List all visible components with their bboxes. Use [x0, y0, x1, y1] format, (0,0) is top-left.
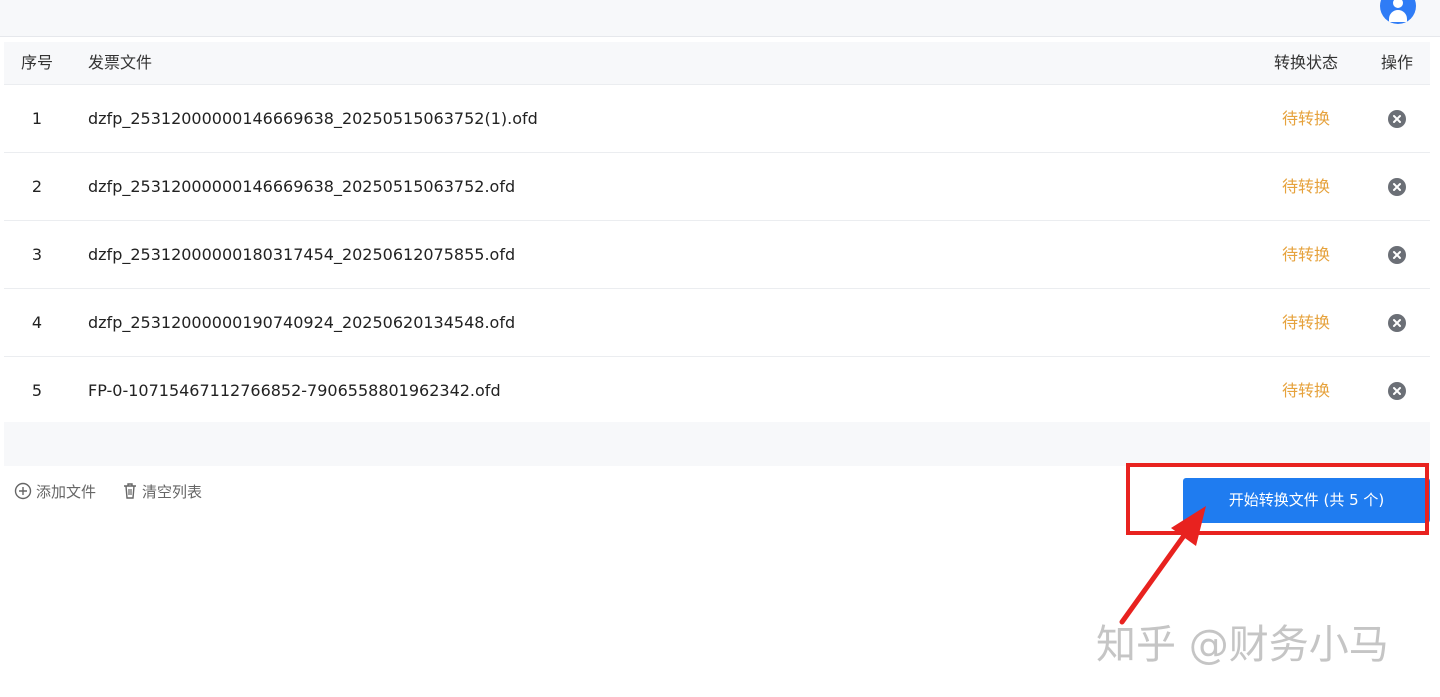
- watermark: 知乎 @财务小马: [1096, 622, 1389, 668]
- arrow-annotation: [1119, 506, 1206, 625]
